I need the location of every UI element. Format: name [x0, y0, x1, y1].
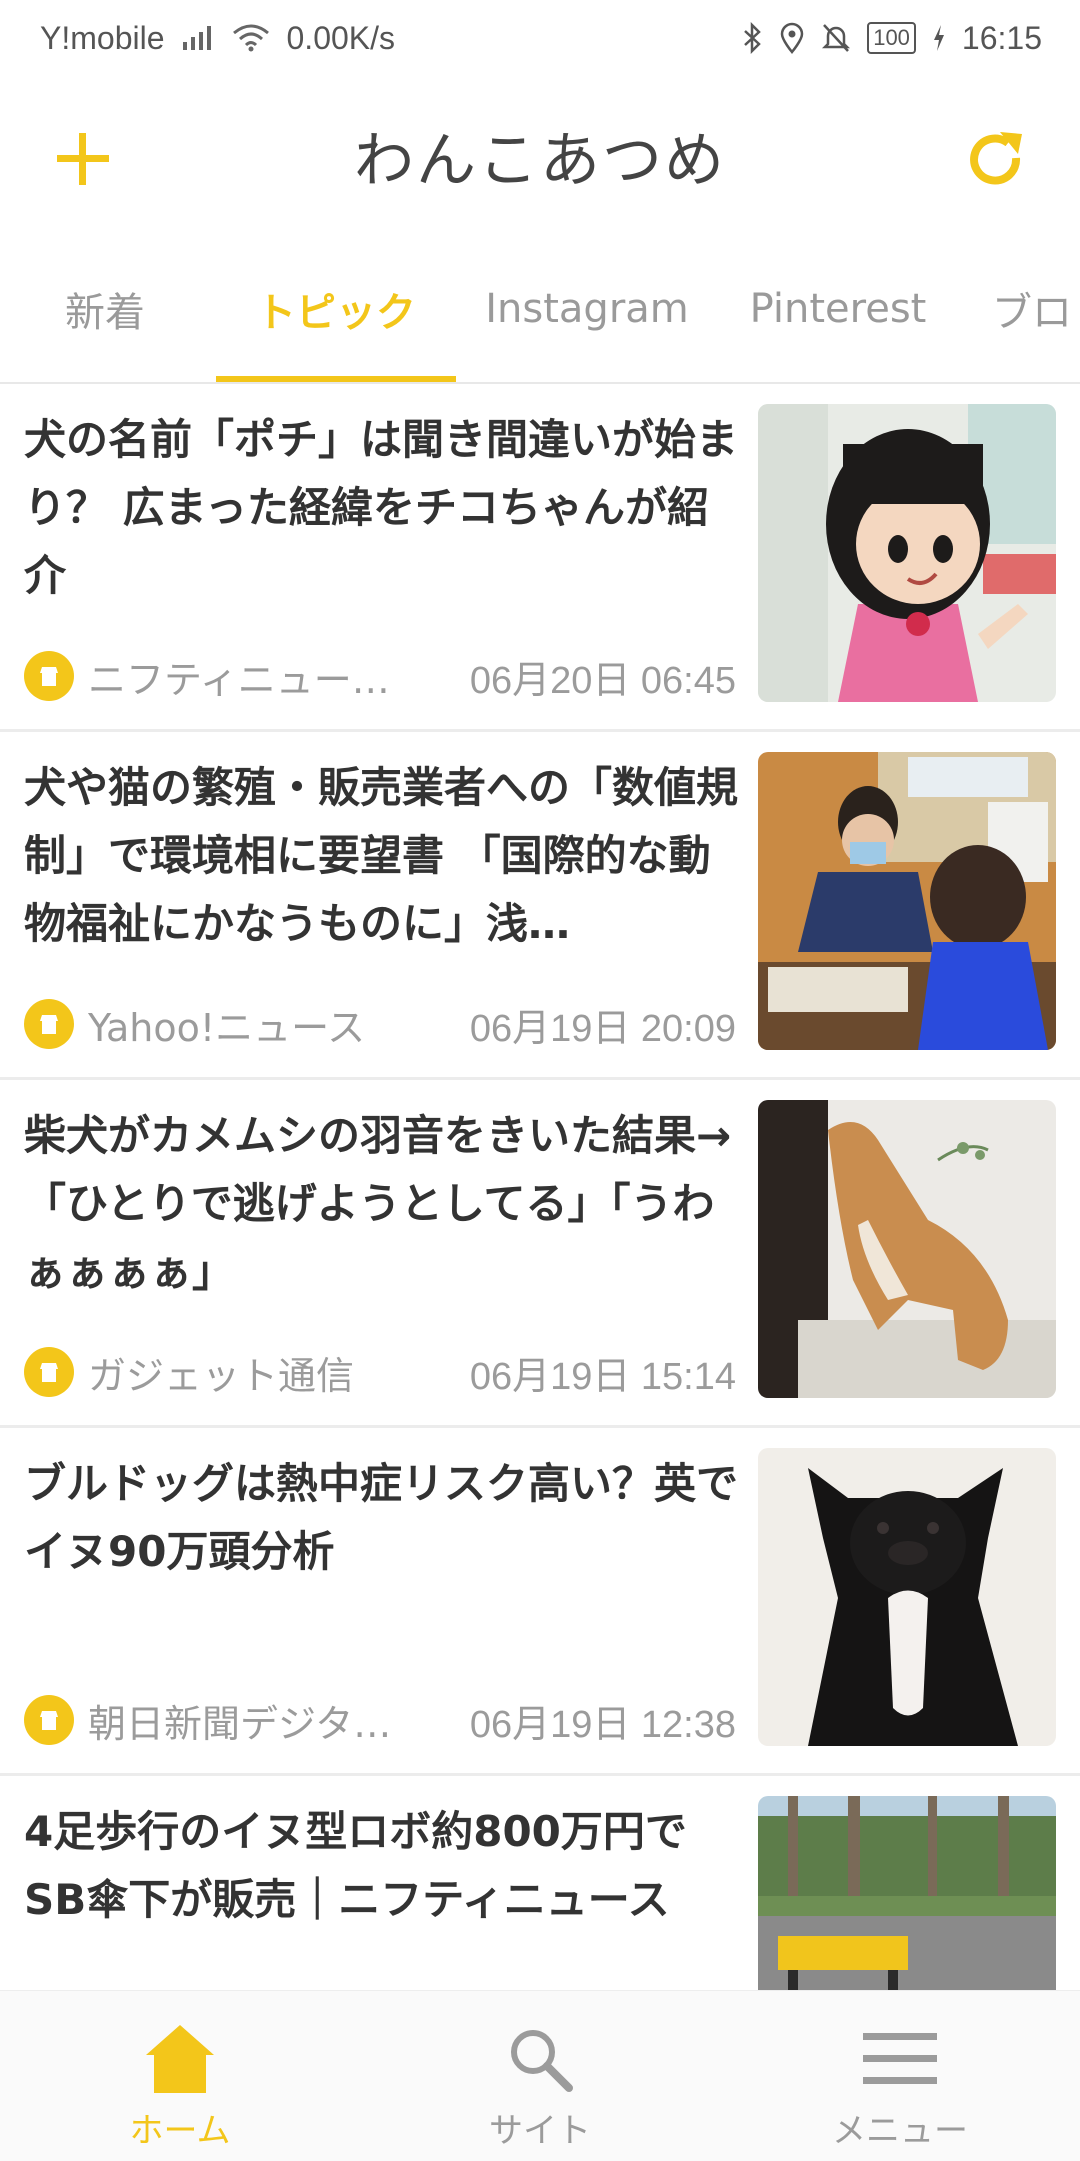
- wifi-icon: [231, 23, 271, 53]
- article-title: ブルドッグは熱中症リスク高い？英でイヌ90万頭分析: [24, 1459, 739, 1576]
- article-source: Yahoo!ニュース: [88, 1005, 366, 1050]
- search-icon: [360, 2017, 720, 2101]
- article-source: 朝日新聞デジタ…: [88, 1701, 392, 1746]
- robot-dog-photo: [758, 1796, 1056, 1990]
- black-bulldog-photo: [758, 1448, 1056, 1746]
- article-item[interactable]: ブルドッグは熱中症リスク高い？英でイヌ90万頭分析 朝日新聞デジタ… 06月19…: [0, 1428, 1080, 1776]
- signal-icon: [181, 24, 215, 52]
- article-date: 06月19日 20:09: [469, 1007, 736, 1050]
- charging-icon: [932, 24, 946, 52]
- clock: 16:15: [961, 19, 1042, 56]
- tab-bar: 新着 トピック Instagram Pinterest ブロ: [0, 236, 1080, 384]
- tab-new[interactable]: 新着: [40, 236, 170, 382]
- article-item[interactable]: 犬や猫の繁殖・販売業者への「数値規制」で環境相に要望書 「国際的な動物福祉にかな…: [0, 732, 1080, 1080]
- article-meta: ニフティニュー… 06月20日 06:45: [24, 646, 736, 706]
- menu-icon: [720, 2017, 1080, 2101]
- source-icon: [24, 651, 74, 701]
- article-date: 06月20日 06:45: [469, 659, 736, 702]
- tab-blog[interactable]: ブロ: [992, 236, 1080, 382]
- bluetooth-icon: [741, 22, 763, 54]
- article-source: ニフティニュー…: [88, 657, 390, 702]
- article-item[interactable]: 4足歩行のイヌ型ロボ約800万円でSB傘下が販売｜ニフティニュース: [0, 1776, 1080, 1990]
- network-speed: 0.00K/s: [286, 19, 396, 56]
- article-meta: 朝日新聞デジタ… 06月19日 12:38: [24, 1690, 736, 1750]
- article-list[interactable]: 犬の名前「ポチ」は聞き間違いが始まり？ 広まった経緯をチコちゃんが紹介 ニフティ…: [0, 384, 1080, 1990]
- active-tab-indicator: [216, 376, 456, 382]
- nav-site[interactable]: サイト: [360, 1991, 720, 2161]
- nav-menu-label: メニュー: [832, 2111, 968, 2151]
- shiba-dog-photo: [758, 1100, 1056, 1398]
- refresh-icon: [970, 132, 1022, 185]
- article-title: 4足歩行のイヌ型ロボ約800万円でSB傘下が販売｜ニフティニュース: [24, 1807, 687, 1924]
- carrier-label: Y!mobile: [40, 19, 165, 56]
- source-icon: [24, 999, 74, 1049]
- article-title: 犬や猫の繁殖・販売業者への「数値規制」で環境相に要望書 「国際的な動物福祉にかな…: [24, 763, 739, 948]
- home-icon: [0, 2017, 360, 2101]
- battery-icon: 100: [867, 22, 916, 54]
- status-right: 100 16:15: [741, 20, 1042, 57]
- mute-icon: [821, 22, 851, 54]
- source-icon: [24, 1347, 74, 1397]
- app-title: わんこあつめ: [354, 126, 726, 196]
- nav-site-label: サイト: [489, 2111, 591, 2151]
- app-bar: わんこあつめ: [0, 76, 1080, 236]
- article-date: 06月19日 12:38: [469, 1703, 736, 1746]
- source-icon: [24, 1695, 74, 1745]
- article-date: 06月19日 15:14: [469, 1355, 736, 1398]
- bottom-nav: ホーム サイト メニュー: [0, 1990, 1080, 2161]
- article-meta: ガジェット通信 06月19日 15:14: [24, 1342, 736, 1402]
- status-bar: Y!mobile 0.00K/s 100 16:15: [0, 0, 1080, 76]
- character-doll-photo: [758, 404, 1056, 702]
- article-item[interactable]: 柴犬がカメムシの羽音をきいた結果→「ひとりで逃げようとしてる」「うわぁぁぁぁ」 …: [0, 1080, 1080, 1428]
- article-title: 柴犬がカメムシの羽音をきいた結果→「ひとりで逃げようとしてる」「うわぁぁぁぁ」: [24, 1111, 732, 1296]
- article-title: 犬の名前「ポチ」は聞き間違いが始まり？ 広まった経緯をチコちゃんが紹介: [24, 415, 739, 600]
- tab-pinterest[interactable]: Pinterest: [738, 236, 938, 382]
- tab-instagram[interactable]: Instagram: [480, 236, 694, 382]
- refresh-button[interactable]: [956, 120, 1036, 200]
- status-left: Y!mobile 0.00K/s: [40, 20, 395, 57]
- nav-home[interactable]: ホーム: [0, 1991, 360, 2161]
- meeting-photo: [758, 752, 1056, 1050]
- nav-menu[interactable]: メニュー: [720, 1991, 1080, 2161]
- location-icon: [779, 22, 805, 54]
- tab-topic[interactable]: トピック: [216, 236, 456, 382]
- article-item[interactable]: 犬の名前「ポチ」は聞き間違いが始まり？ 広まった経緯をチコちゃんが紹介 ニフティ…: [0, 384, 1080, 732]
- article-source: ガジェット通信: [88, 1353, 355, 1398]
- article-meta: Yahoo!ニュース 06月19日 20:09: [24, 994, 736, 1054]
- battery-level: 100: [873, 25, 910, 50]
- nav-home-label: ホーム: [129, 2111, 231, 2151]
